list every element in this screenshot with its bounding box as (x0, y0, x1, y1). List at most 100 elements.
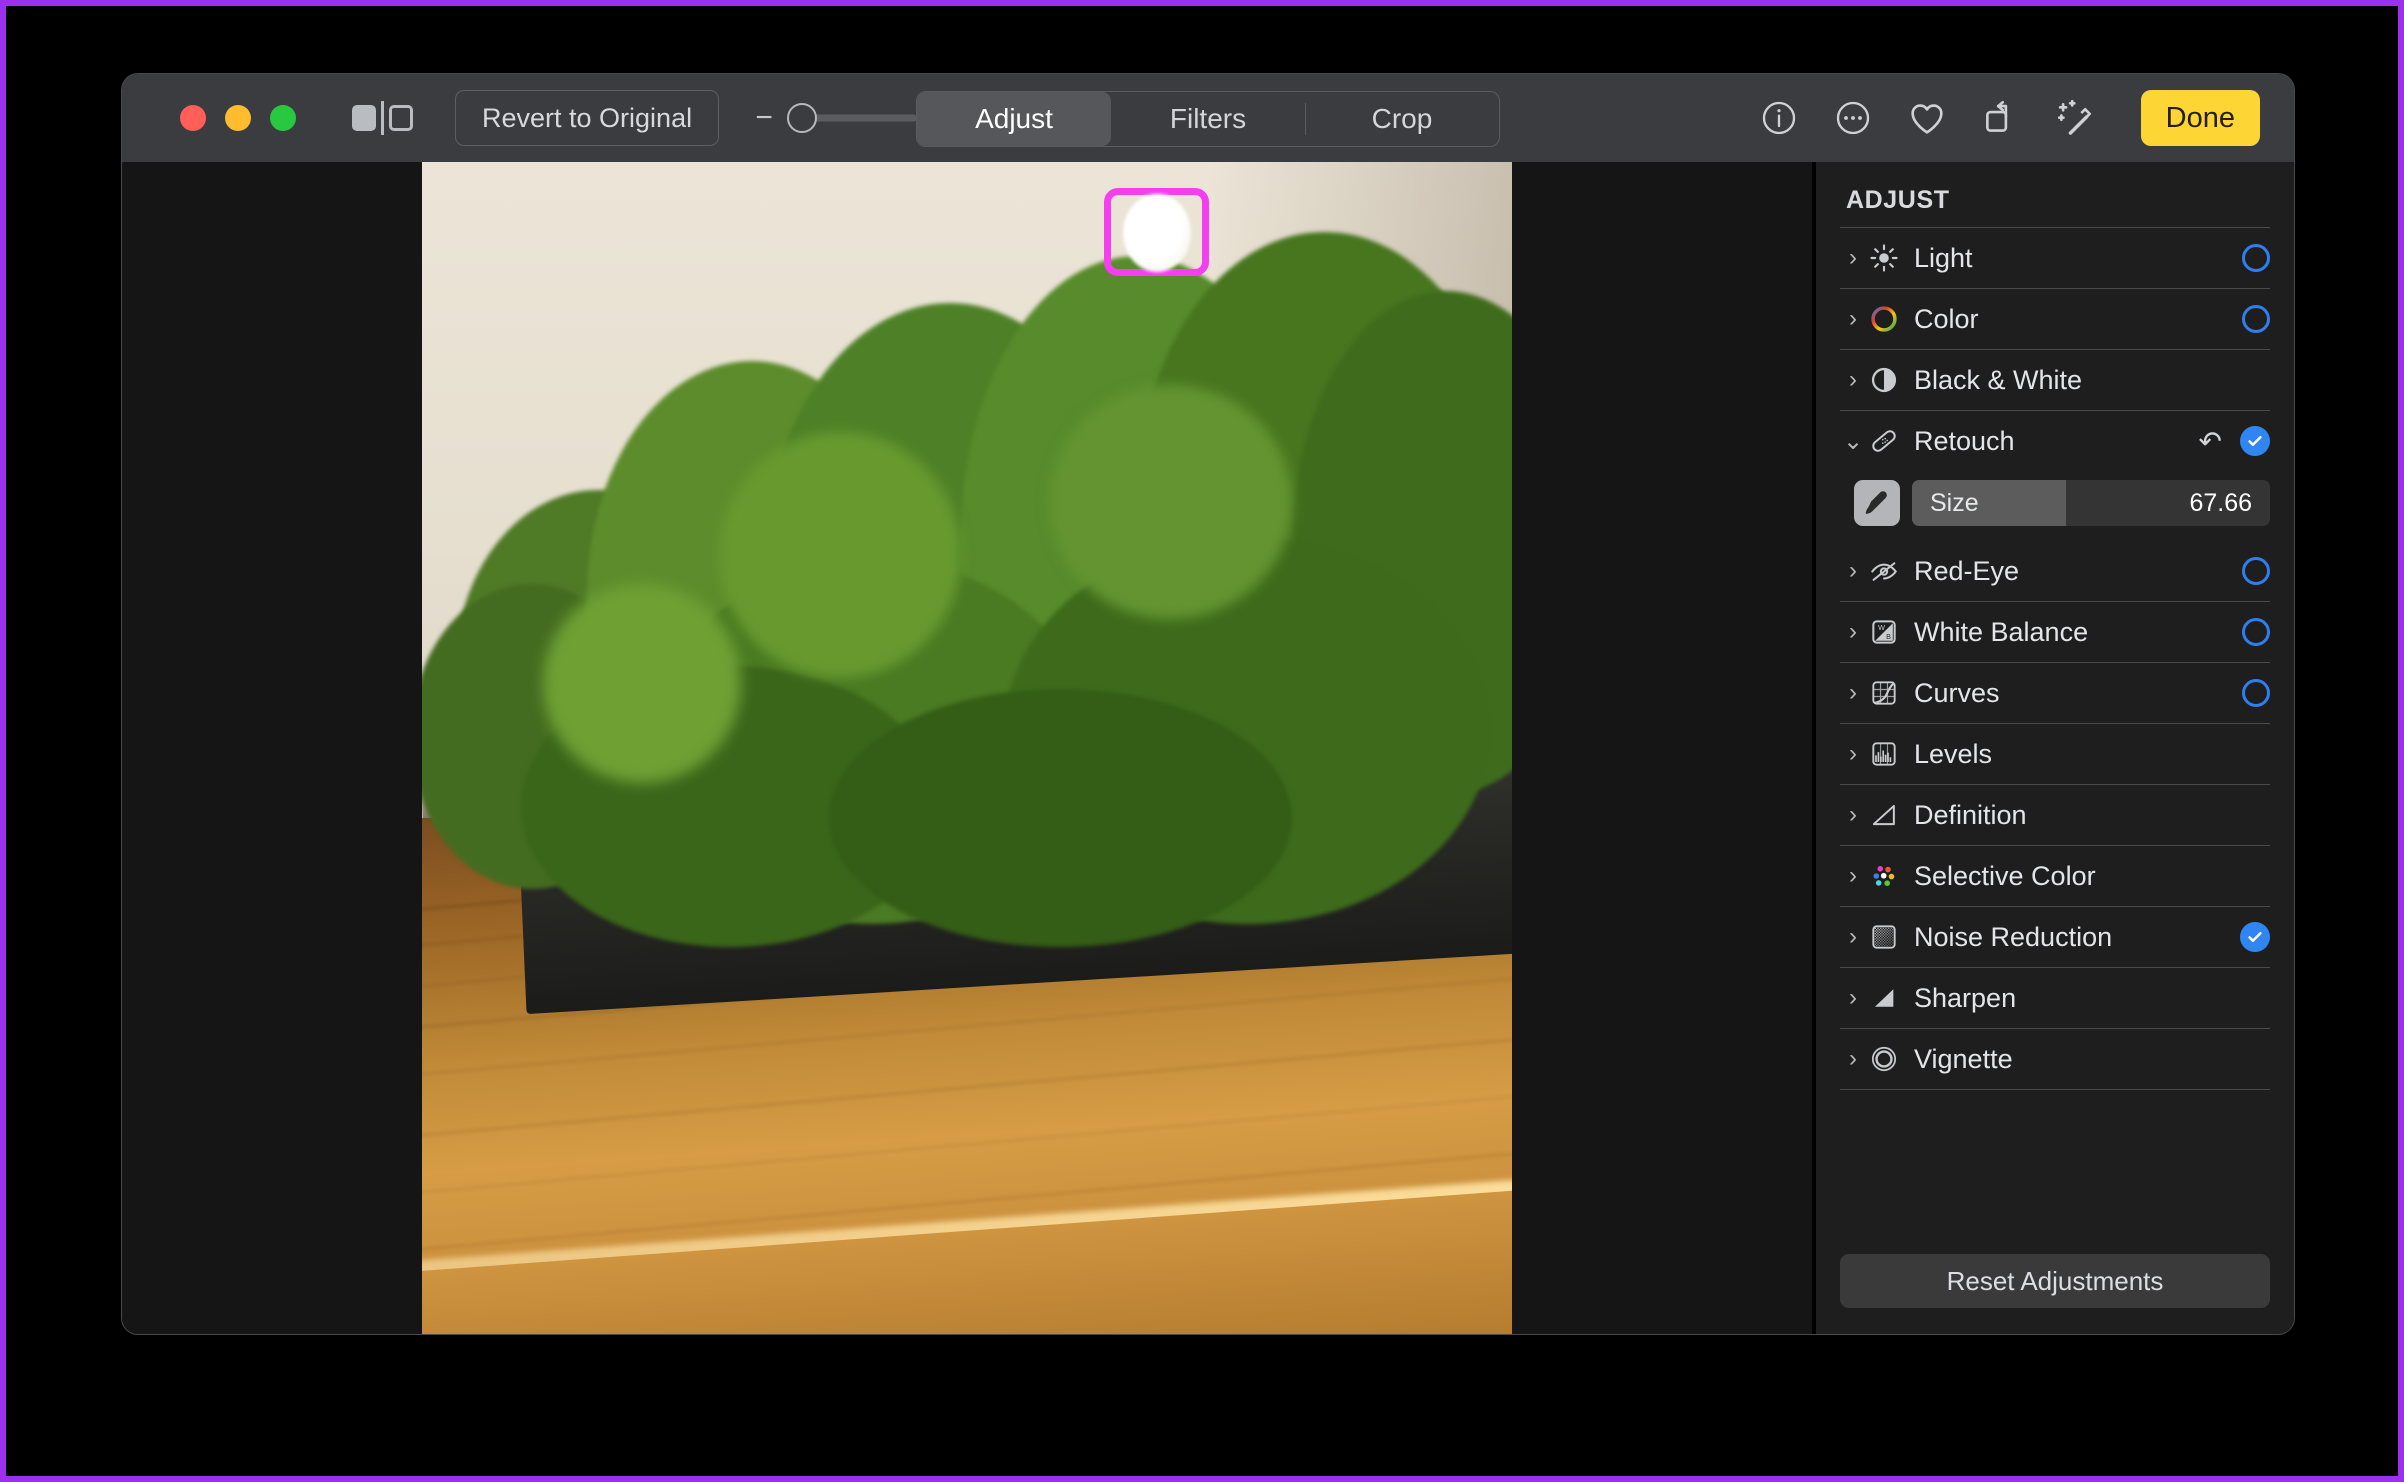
retouch-toggle-on[interactable] (2240, 426, 2270, 456)
sidebar-item-label: Noise Reduction (1914, 921, 2113, 952)
black-white-icon (1866, 362, 1902, 398)
svg-text:W: W (1878, 623, 1885, 632)
tab-adjust[interactable]: Adjust (917, 92, 1111, 146)
zoom-slider-track[interactable] (787, 103, 918, 133)
curves-icon (1866, 675, 1902, 711)
light-toggle[interactable] (2242, 244, 2270, 272)
sidebar-item-vignette[interactable]: › Vignette (1838, 1029, 2272, 1089)
chevron-right-icon[interactable]: › (1840, 740, 1866, 768)
sidebar-item-black-and-white[interactable]: › Black & White (1838, 350, 2272, 410)
edit-mode-segmented-control[interactable]: Adjust Filters Crop (916, 91, 1500, 147)
photo-moss-cluster (422, 232, 1512, 948)
sidebar-item-levels[interactable]: › Levels (1838, 724, 2272, 784)
sidebar-item-white-balance[interactable]: › W B White Balance (1838, 602, 2272, 662)
red-eye-toggle[interactable] (2242, 557, 2270, 585)
reset-adjustments-button[interactable]: Reset Adjustments (1840, 1254, 2270, 1308)
tab-crop[interactable]: Crop (1305, 92, 1499, 146)
sidebar-item-label: Retouch (1914, 425, 2015, 456)
compare-divider-icon (381, 101, 384, 135)
chevron-right-icon[interactable]: › (1840, 984, 1866, 1012)
retouch-size-value: 67.66 (2189, 488, 2252, 517)
before-after-compare-icon[interactable] (352, 101, 413, 135)
compare-filled-square-icon (352, 105, 376, 131)
retouch-size-label: Size (1930, 488, 1979, 517)
sidebar-item-light[interactable]: › Light (1838, 228, 2272, 288)
zoom-slider-knob[interactable] (787, 103, 818, 133)
retouch-brush-cursor (1122, 194, 1191, 273)
sidebar-item-sharpen[interactable]: › Sharpen (1838, 968, 2272, 1028)
sidebar-item-curves[interactable]: › Curves (1838, 663, 2272, 723)
close-window-button[interactable] (180, 105, 206, 131)
chevron-right-icon[interactable]: › (1840, 366, 1866, 394)
info-icon[interactable] (1757, 96, 1801, 140)
curves-toggle[interactable] (2242, 679, 2270, 707)
retouch-revert-icon[interactable]: ↶ (2199, 425, 2222, 458)
sidebar-item-label: Selective Color (1914, 860, 2096, 891)
chevron-right-icon[interactable]: › (1840, 557, 1866, 585)
sidebar-item-label: Sharpen (1914, 982, 2017, 1013)
favorite-heart-icon[interactable] (1905, 96, 1949, 140)
sidebar-item-label: Color (1914, 303, 1979, 334)
sidebar-item-retouch[interactable]: ⌄ Retouch ↶ (1838, 411, 2272, 471)
photo-table-front-face (422, 1186, 1512, 1334)
chevron-right-icon[interactable]: › (1840, 862, 1866, 890)
adjust-sidebar: ADJUST › Light › Color › Black & White ⌄… (1816, 162, 2294, 1334)
zoom-out-icon[interactable]: − (755, 103, 773, 133)
minimize-window-button[interactable] (225, 105, 251, 131)
rotate-icon[interactable] (1979, 96, 2023, 140)
done-button[interactable]: Done (2140, 90, 2260, 146)
sidebar-item-selective-color[interactable]: › Selective Color (1838, 846, 2272, 906)
auto-enhance-icon[interactable] (2053, 96, 2097, 140)
sidebar-item-label: Definition (1914, 799, 2027, 830)
chevron-right-icon[interactable]: › (1840, 305, 1866, 333)
svg-text:B: B (1886, 632, 1891, 641)
levels-icon (1866, 736, 1902, 772)
retouch-size-slider[interactable]: Size 67.66 (1912, 480, 2270, 526)
page-root: Revert to Original − + Adjust Filters Cr… (0, 0, 2404, 1482)
retouch-brush-highlight-box (1104, 187, 1210, 276)
chevron-right-icon[interactable]: › (1840, 1045, 1866, 1073)
eye-slash-icon (1866, 553, 1902, 589)
noise-reduction-icon (1866, 919, 1902, 955)
selective-color-icon (1866, 858, 1902, 894)
tab-filters[interactable]: Filters (1111, 92, 1305, 146)
sidebar-item-noise-reduction[interactable]: › Noise Reduction (1838, 907, 2272, 967)
sidebar-item-definition[interactable]: › Definition (1838, 785, 2272, 845)
sidebar-item-label: Levels (1914, 738, 1993, 769)
bandage-icon (1866, 423, 1902, 459)
chevron-right-icon[interactable]: › (1840, 801, 1866, 829)
chevron-right-icon[interactable]: › (1840, 618, 1866, 646)
window-titlebar: Revert to Original − + Adjust Filters Cr… (122, 74, 2294, 162)
sidebar-item-color[interactable]: › Color (1838, 289, 2272, 349)
traffic-light-buttons (180, 105, 296, 131)
white-balance-icon: W B (1866, 614, 1902, 650)
color-toggle[interactable] (2242, 305, 2270, 333)
white-balance-toggle[interactable] (2242, 618, 2270, 646)
sidebar-item-red-eye[interactable]: › Red-Eye (1838, 541, 2272, 601)
color-wheel-icon (1866, 301, 1902, 337)
sidebar-item-label: Black & White (1914, 364, 2083, 395)
chevron-right-icon[interactable]: › (1840, 923, 1866, 951)
retouch-size-row[interactable]: Size 67.66 (1838, 471, 2272, 541)
sidebar-item-label: Light (1914, 242, 1973, 273)
sun-icon (1866, 240, 1902, 276)
photo-canvas[interactable] (122, 162, 1816, 1334)
sidebar-item-label: White Balance (1914, 616, 2089, 647)
sidebar-title: ADJUST (1846, 186, 1950, 214)
photo-image[interactable] (422, 162, 1512, 1334)
chevron-right-icon[interactable]: › (1840, 679, 1866, 707)
titlebar-right-tools: Done (1757, 90, 2266, 146)
photos-editor-window: Revert to Original − + Adjust Filters Cr… (122, 74, 2294, 1334)
maximize-window-button[interactable] (270, 105, 296, 131)
chevron-down-icon[interactable]: ⌄ (1840, 427, 1866, 456)
sharpen-icon (1866, 980, 1902, 1016)
chevron-right-icon[interactable]: › (1840, 244, 1866, 272)
revert-to-original-button[interactable]: Revert to Original (455, 90, 720, 146)
sidebar-item-label: Red-Eye (1914, 555, 2020, 586)
sidebar-item-label: Curves (1914, 677, 2000, 708)
more-options-icon[interactable] (1831, 96, 1875, 140)
paintbrush-icon[interactable] (1854, 480, 1900, 526)
noise-reduction-toggle-on[interactable] (2240, 922, 2270, 952)
sidebar-item-label: Vignette (1914, 1043, 2013, 1074)
